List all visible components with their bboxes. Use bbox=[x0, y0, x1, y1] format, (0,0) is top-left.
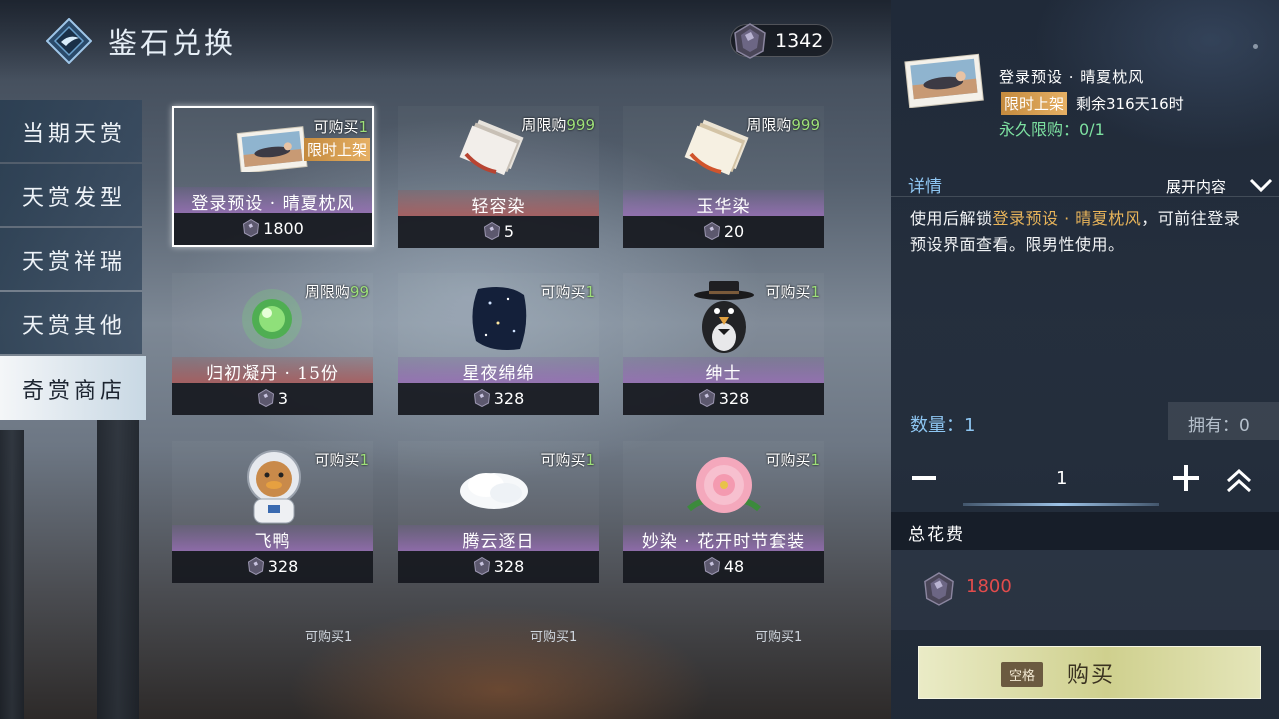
quantity-slider[interactable] bbox=[963, 503, 1159, 506]
total-cost-value: 1800 bbox=[966, 576, 1012, 597]
detail-item-name: 登录预设 · 晴夏枕风 bbox=[999, 68, 1145, 86]
shop-item-card[interactable]: 可购买1 飞鸭 328 bbox=[172, 441, 373, 583]
gem-icon bbox=[698, 388, 716, 411]
permanent-limit: 永久限购：0/1 bbox=[999, 120, 1105, 139]
chevron-down-icon[interactable] bbox=[1248, 176, 1274, 194]
limit-label: 周限购999 bbox=[746, 116, 820, 134]
shop-item-card[interactable]: 可购买1 星夜绵绵 328 bbox=[398, 273, 599, 415]
gem-icon bbox=[242, 218, 260, 241]
detail-section-title: 详情 bbox=[908, 177, 942, 197]
item-name: 绅士 bbox=[623, 357, 824, 384]
item-name: 登录预设 · 晴夏枕风 bbox=[174, 187, 372, 214]
shop-item-card[interactable]: 可购买1 腾云逐日 328 bbox=[398, 441, 599, 583]
minus-icon[interactable] bbox=[910, 464, 938, 492]
tab-reward-hairstyle[interactable]: 天赏发型 bbox=[0, 164, 142, 226]
limit-label: 周限购99 bbox=[304, 283, 369, 301]
item-name: 玉华染 bbox=[623, 190, 824, 217]
gem-icon bbox=[257, 388, 275, 411]
starry-night-icon bbox=[472, 287, 527, 350]
gem-icon bbox=[483, 221, 501, 244]
gem-icon bbox=[473, 556, 491, 579]
item-name: 飞鸭 bbox=[172, 525, 373, 552]
limit-label: 周限购999 bbox=[521, 116, 595, 134]
tab-current-reward[interactable]: 当期天赏 bbox=[0, 100, 142, 162]
item-price: 328 bbox=[172, 551, 373, 583]
peek-limit-label: 可购买1 bbox=[755, 630, 803, 645]
tab-label: 当期天赏 bbox=[22, 122, 127, 147]
quantity-stepper-value[interactable]: 1 bbox=[1056, 468, 1067, 489]
item-price: 328 bbox=[398, 383, 599, 415]
shop-item-card[interactable]: 可购买1 限时上架 登录预设 · 晴夏枕风 1800 bbox=[172, 106, 374, 247]
page-title: 鉴石兑换 bbox=[108, 26, 237, 60]
item-price: 48 bbox=[623, 551, 824, 583]
gem-icon bbox=[924, 572, 954, 606]
photo-card-icon bbox=[904, 53, 984, 108]
tab-label: 天赏其他 bbox=[22, 314, 127, 339]
item-price: 20 bbox=[623, 216, 824, 248]
divider bbox=[891, 196, 1279, 197]
diamond-logo-icon bbox=[46, 18, 92, 64]
background-pillar bbox=[97, 420, 139, 719]
scroll-dot bbox=[1253, 44, 1258, 49]
limit-label: 可购买1 bbox=[314, 451, 369, 469]
limit-label: 可购买1 bbox=[313, 118, 368, 136]
peek-limit-label: 可购买1 bbox=[305, 630, 353, 645]
peek-limit-label: 可购买1 bbox=[530, 630, 578, 645]
green-orb-icon bbox=[242, 289, 302, 349]
gem-icon bbox=[703, 221, 721, 244]
item-price: 3 bbox=[172, 383, 373, 415]
shop-item-card[interactable]: 周限购999 轻容染 5 bbox=[398, 106, 599, 248]
buy-label: 购买 bbox=[1067, 663, 1116, 688]
item-name: 星夜绵绵 bbox=[398, 357, 599, 384]
item-description: 使用后解锁登录预设 · 晴夏枕风，可前往登录预设界面查看。限男性使用。 bbox=[910, 209, 1241, 254]
max-quantity-icon[interactable] bbox=[1224, 465, 1254, 495]
item-price: 5 bbox=[398, 216, 599, 248]
limited-time-badge: 限时上架 bbox=[303, 138, 370, 161]
shop-item-card[interactable]: 周限购999 玉华染 20 bbox=[623, 106, 824, 248]
gentleman-bird-icon bbox=[694, 281, 754, 353]
item-name: 妙染 · 花开时节套装 bbox=[623, 525, 824, 552]
gem-icon bbox=[703, 556, 721, 579]
hotkey-badge: 空格 bbox=[1001, 662, 1044, 687]
shop-item-card[interactable]: 周限购99 归初凝丹 · 15份 3 bbox=[172, 273, 373, 415]
quantity-label: 数量：1 bbox=[910, 415, 976, 436]
remaining-time: 剩余316天16时 bbox=[1076, 95, 1184, 113]
photo-card-icon bbox=[236, 126, 308, 172]
item-price: 328 bbox=[398, 551, 599, 583]
shop-item-card[interactable]: 可购买1 妙染 · 花开时节套装 48 bbox=[623, 441, 824, 583]
buy-button[interactable]: 空格 购买 bbox=[918, 646, 1261, 699]
limit-label: 可购买1 bbox=[540, 451, 595, 469]
tab-label: 奇赏商店 bbox=[22, 379, 127, 404]
gem-icon bbox=[734, 23, 766, 59]
tab-reward-other[interactable]: 天赏其他 bbox=[0, 292, 142, 354]
background-pillar bbox=[0, 430, 24, 719]
quantity-row: 数量：1 拥有：0 bbox=[891, 402, 1279, 442]
plus-icon[interactable] bbox=[1171, 463, 1201, 493]
gem-icon bbox=[473, 388, 491, 411]
tab-special-shop[interactable]: 奇赏商店 bbox=[0, 356, 146, 420]
tab-reward-auspicious[interactable]: 天赏祥瑞 bbox=[0, 228, 142, 290]
total-cost-header: 总花费 bbox=[891, 512, 1279, 550]
shop-item-card[interactable]: 可购买1 绅士 328 bbox=[623, 273, 824, 415]
currency-display: 1342 bbox=[730, 23, 833, 59]
item-name: 归初凝丹 · 15份 bbox=[172, 357, 373, 384]
total-cost-row: 1800 bbox=[891, 550, 1279, 630]
limited-time-badge: 限时上架 bbox=[1001, 92, 1068, 115]
item-price: 1800 bbox=[174, 213, 372, 245]
tab-label: 天赏发型 bbox=[22, 186, 127, 211]
item-price: 328 bbox=[623, 383, 824, 415]
cloud-icon bbox=[460, 473, 528, 509]
owned-count: 拥有：0 bbox=[1168, 402, 1279, 440]
tab-label: 天赏祥瑞 bbox=[22, 250, 127, 275]
limit-label: 可购买1 bbox=[540, 283, 595, 301]
peony-icon bbox=[687, 457, 761, 513]
item-name: 腾云逐日 bbox=[398, 525, 599, 552]
astronaut-duck-icon bbox=[247, 450, 301, 524]
gem-icon bbox=[247, 556, 265, 579]
expand-content-button[interactable]: 展开内容 bbox=[1166, 176, 1226, 197]
limit-label: 可购买1 bbox=[765, 451, 820, 469]
item-name: 轻容染 bbox=[398, 190, 599, 217]
currency-amount: 1342 bbox=[775, 30, 824, 52]
limit-label: 可购买1 bbox=[765, 283, 820, 301]
